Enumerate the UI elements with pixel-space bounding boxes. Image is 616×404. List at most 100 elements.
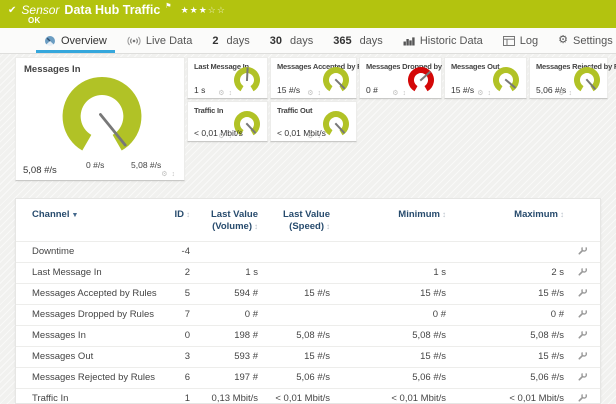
tab-label: days: [290, 35, 313, 47]
log-table-icon: [503, 36, 515, 46]
channel-table: Channel▼ ID↕ Last Value (Volume)↕ Last V…: [16, 205, 601, 404]
tab-365-days[interactable]: 365days: [323, 28, 393, 53]
gauge-dial: [570, 64, 604, 96]
gauge-settings-icon[interactable]: ⚙: [307, 90, 314, 97]
gauge-resize-icon[interactable]: ↕: [229, 90, 234, 97]
gauge-settings-icon[interactable]: ⚙: [218, 90, 225, 97]
gauge-tile-messages-out: Messages Out 15 #/s ⚙ ↕: [444, 57, 527, 99]
id-cell: 6: [164, 367, 196, 388]
gauge-settings-icon[interactable]: ⚙: [477, 90, 484, 97]
tab-2-days[interactable]: 2days: [202, 28, 259, 53]
speed-cell: [264, 304, 336, 325]
gauge-settings-icon[interactable]: ⚙: [218, 133, 225, 140]
column-header-id[interactable]: ID↕: [164, 205, 196, 241]
gauge-settings-icon[interactable]: ⚙: [307, 133, 314, 140]
channel-settings-icon[interactable]: [577, 287, 588, 298]
gauge-arc: [63, 77, 142, 151]
channel-cell[interactable]: Messages Accepted by Rules: [16, 283, 164, 304]
id-cell: -4: [164, 241, 196, 262]
column-header-last-value-volume[interactable]: Last Value (Volume)↕: [196, 205, 264, 241]
channel-settings-icon[interactable]: [577, 392, 588, 403]
speed-cell: [264, 241, 336, 262]
gauge-settings-icon[interactable]: ⚙: [558, 90, 565, 97]
channel-cell[interactable]: Traffic In: [16, 388, 164, 404]
gauge-tile-messages-dropped: Messages Dropped by Rules 0 # ⚙ ↕: [359, 57, 442, 99]
channel-settings-icon[interactable]: [577, 329, 588, 340]
table-row: Messages Out 3 593 # 15 #/s 15 #/s 15 #/…: [16, 346, 601, 367]
channel-cell[interactable]: Messages Out: [16, 346, 164, 367]
column-header-channel[interactable]: Channel▼: [16, 205, 164, 241]
max-cell: 15 #/s: [452, 346, 570, 367]
gauge-dial: [404, 64, 438, 96]
tab-log[interactable]: Log: [493, 28, 548, 53]
gauge-dial: [489, 64, 523, 96]
gauge-resize-icon[interactable]: ↕: [488, 90, 493, 97]
stars-empty: ☆☆: [208, 5, 226, 15]
channel-cell[interactable]: Messages Dropped by Rules: [16, 304, 164, 325]
volume-cell: 198 #: [196, 325, 264, 346]
channel-settings-icon[interactable]: [577, 266, 588, 277]
max-cell: < 0,01 Mbit/s: [452, 388, 570, 404]
gauge-title: Traffic In: [194, 106, 223, 115]
min-cell: 0 #: [336, 304, 452, 325]
speed-cell: 5,08 #/s: [264, 325, 336, 346]
gauge-settings-icon[interactable]: ⚙: [161, 171, 168, 178]
table-row: Downtime -4: [16, 241, 601, 262]
id-cell: 3: [164, 346, 196, 367]
sort-icon: ↕: [254, 222, 258, 231]
tab-live-data[interactable]: Live Data: [117, 28, 202, 53]
priority-stars[interactable]: ★★★☆☆: [181, 5, 226, 16]
channel-settings-icon[interactable]: [577, 308, 588, 319]
channel-cell[interactable]: Last Message In: [16, 262, 164, 283]
gauge-tile-last-message-in: Last Message In 1 s ⚙ ↕: [187, 57, 268, 99]
gauge-resize-icon[interactable]: ↕: [229, 133, 234, 140]
gauge-tile-messages-rejected: Messages Rejected by Rules 5,06 #/s ⚙ ↕: [529, 57, 608, 99]
column-header-actions: [570, 205, 601, 241]
table-row: Messages Dropped by Rules 7 0 # 0 # 0 #: [16, 304, 601, 325]
column-header-minimum[interactable]: Minimum↕: [336, 205, 452, 241]
gauge-settings-icon[interactable]: ⚙: [392, 90, 399, 97]
channel-cell[interactable]: Downtime: [16, 241, 164, 262]
tab-label: Log: [520, 35, 538, 47]
tab-number: 365: [333, 35, 351, 47]
max-cell: 5,06 #/s: [452, 367, 570, 388]
sensor-header: ✔ Sensor Data Hub Traffic ⚑ ★★★☆☆ OK: [0, 0, 616, 28]
gauge-dial: [319, 64, 353, 96]
max-cell: 5,08 #/s: [452, 325, 570, 346]
tab-settings[interactable]: ⚙ Settings: [548, 28, 616, 53]
min-cell: 5,06 #/s: [336, 367, 452, 388]
max-cell: 2 s: [452, 262, 570, 283]
sort-icon: ↕: [560, 210, 564, 219]
tab-label: Overview: [61, 35, 107, 47]
channel-cell[interactable]: Messages In: [16, 325, 164, 346]
tab-overview[interactable]: Overview: [34, 28, 117, 53]
sensor-status-badge: OK: [28, 16, 41, 25]
table-row: Traffic In 1 0,13 Mbit/s < 0,01 Mbit/s <…: [16, 388, 601, 404]
gauge-dial: [46, 72, 158, 164]
channel-settings-icon[interactable]: [577, 245, 588, 256]
gauge-value: 5,08 #/s: [23, 165, 57, 176]
column-header-maximum[interactable]: Maximum↕: [452, 205, 570, 241]
channel-table-panel: Channel▼ ID↕ Last Value (Volume)↕ Last V…: [15, 198, 601, 404]
column-header-last-value-speed[interactable]: Last Value (Speed)↕: [264, 205, 336, 241]
tab-historic-data[interactable]: Historic Data: [393, 28, 493, 53]
id-cell: 0: [164, 325, 196, 346]
speed-cell: < 0,01 Mbit/s: [264, 388, 336, 404]
sensor-tab-bar: Overview Live Data 2days 30days 365days …: [0, 28, 616, 54]
gauge-resize-icon[interactable]: ↕: [172, 171, 177, 178]
tab-30-days[interactable]: 30days: [260, 28, 324, 53]
gauge-resize-icon[interactable]: ↕: [318, 133, 323, 140]
channel-settings-icon[interactable]: [577, 350, 588, 361]
gauge-resize-icon[interactable]: ↕: [318, 90, 323, 97]
id-cell: 7: [164, 304, 196, 325]
sort-icon: ↕: [326, 222, 330, 231]
min-cell: 15 #/s: [336, 346, 452, 367]
channel-cell[interactable]: Messages Rejected by Rules: [16, 367, 164, 388]
sensor-title: Data Hub Traffic: [64, 3, 160, 17]
sort-icon: ↕: [186, 210, 190, 219]
channel-settings-icon[interactable]: [577, 371, 588, 382]
gauge-resize-icon[interactable]: ↕: [403, 90, 408, 97]
live-signal-icon: [127, 36, 141, 46]
gauge-resize-icon[interactable]: ↕: [569, 90, 574, 97]
gauge-scale-min: 0 #/s: [86, 160, 104, 170]
